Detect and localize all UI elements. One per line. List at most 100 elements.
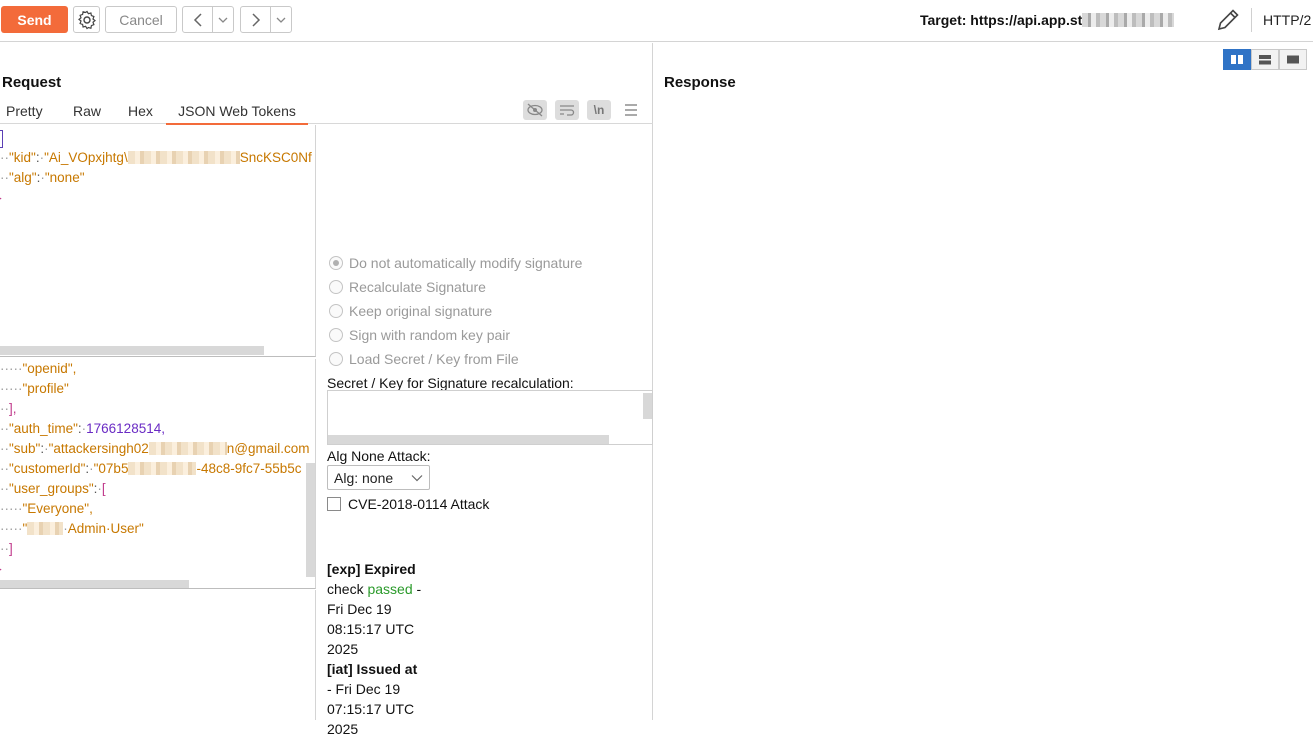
payload-horizontal-scrollbar[interactable] bbox=[0, 580, 189, 588]
code-line-user-groups: ··"user_groups":·[ bbox=[0, 481, 106, 496]
newline-toggle[interactable]: \n bbox=[587, 100, 611, 120]
secret-label: Secret / Key for Signature recalculation… bbox=[327, 375, 574, 391]
exp-title: [exp] Expired bbox=[327, 561, 416, 577]
layout-stacked-button[interactable] bbox=[1251, 49, 1279, 70]
tab-pretty[interactable]: Pretty bbox=[6, 103, 43, 119]
response-pane: Response bbox=[654, 43, 1313, 720]
secret-key-input[interactable] bbox=[327, 390, 653, 445]
forward-button[interactable] bbox=[241, 7, 271, 32]
exp-year: 2025 bbox=[327, 641, 359, 657]
secret-horizontal-scrollbar[interactable] bbox=[328, 435, 609, 444]
code-line-everyone: ·····"Everyone", bbox=[0, 501, 93, 516]
jwt-payload-editor[interactable]: ·····"openid", ·····"profile" ··], ··"au… bbox=[0, 359, 316, 589]
toolbar: Send Cancel Target: https://api.app.st H… bbox=[0, 0, 1313, 42]
menu-icon[interactable] bbox=[619, 100, 643, 120]
gear-icon bbox=[77, 10, 96, 30]
radio-do-not-modify[interactable]: Do not automatically modify signature bbox=[329, 255, 582, 271]
redacted-mask bbox=[148, 442, 227, 455]
iat-title: [iat] Issued at bbox=[327, 661, 418, 677]
redacted-mask bbox=[127, 151, 240, 164]
code-line-auth-time: ··"auth_time":·1766128514, bbox=[0, 421, 165, 436]
chevron-down-icon bbox=[218, 17, 228, 23]
radio-keep-original[interactable]: Keep original signature bbox=[329, 303, 492, 319]
wrap-icon[interactable] bbox=[555, 100, 579, 120]
exp-status: passed bbox=[367, 581, 413, 597]
radio-random-key[interactable]: Sign with random key pair bbox=[329, 327, 510, 343]
pencil-icon bbox=[1217, 9, 1239, 31]
http-version[interactable]: HTTP/2 bbox=[1263, 12, 1311, 28]
radio-load-secret[interactable]: Load Secret / Key from File bbox=[329, 351, 519, 367]
iat-date: - Fri Dec 19 bbox=[327, 681, 401, 697]
chevron-left-icon bbox=[193, 12, 202, 27]
toolbar-divider bbox=[1251, 8, 1252, 32]
chevron-right-icon bbox=[251, 12, 260, 27]
code-line-groups-close: ··] bbox=[0, 541, 13, 556]
back-button[interactable] bbox=[183, 7, 213, 32]
rows-icon bbox=[1259, 55, 1271, 65]
radio-button[interactable] bbox=[329, 280, 343, 294]
edit-target-button[interactable] bbox=[1213, 6, 1243, 34]
exp-time: 08:15:17 UTC bbox=[327, 621, 415, 637]
eye-slash-icon bbox=[527, 103, 543, 117]
target-host: Target: https://api.app.st bbox=[920, 12, 1175, 28]
header-horizontal-scrollbar[interactable] bbox=[0, 346, 264, 355]
columns-icon bbox=[1231, 55, 1243, 64]
editor-tools: \n bbox=[523, 98, 643, 122]
cancel-button[interactable]: Cancel bbox=[105, 6, 177, 33]
exp-date: Fri Dec 19 bbox=[327, 601, 392, 617]
settings-button[interactable] bbox=[73, 6, 100, 33]
radio-button[interactable] bbox=[329, 328, 343, 342]
back-history-dropdown[interactable] bbox=[213, 7, 233, 32]
redacted-mask bbox=[128, 462, 197, 475]
code-line-profile: ·····"profile" bbox=[0, 381, 69, 396]
chevron-down-icon bbox=[411, 474, 423, 481]
code-line-kid: ··"kid":·"Ai_VOpxjhtg\ SncKSC0Nf bbox=[0, 150, 312, 165]
code-line-object-close: } bbox=[0, 561, 2, 581]
code-line-admin-user: ·····" ·Admin·User" bbox=[0, 521, 144, 536]
signature-editor-area[interactable] bbox=[0, 590, 316, 720]
code-line-sub: ··"sub":·"attackersingh02 n@gmail.com bbox=[0, 441, 310, 456]
redacted-host-mask bbox=[1082, 13, 1175, 27]
hamburger-icon bbox=[625, 104, 637, 116]
tab-json-web-tokens[interactable]: JSON Web Tokens bbox=[166, 103, 308, 125]
cve-attack-row[interactable]: CVE-2018-0114 Attack bbox=[327, 496, 489, 512]
forward-nav bbox=[240, 6, 292, 33]
target-label: Target: https://api.app.st bbox=[920, 12, 1083, 28]
request-pane: Request Pretty Raw Hex JSON Web Tokens \… bbox=[0, 43, 653, 737]
cve-checkbox[interactable] bbox=[327, 497, 341, 511]
code-line-openid: ·····"openid", bbox=[0, 361, 77, 376]
radio-recalculate[interactable]: Recalculate Signature bbox=[329, 279, 486, 295]
request-tabs: Pretty Raw Hex JSON Web Tokens \n bbox=[0, 98, 653, 125]
brace-marker bbox=[0, 130, 3, 148]
tab-raw[interactable]: Raw bbox=[73, 103, 101, 119]
code-line-customer-id: ··"customerId":·"07b5 -48c8-9fc7-55b5c bbox=[0, 461, 302, 476]
text-wrap-icon bbox=[560, 105, 575, 116]
radio-button[interactable] bbox=[329, 352, 343, 366]
signature-panel: Do not automatically modify signature Re… bbox=[317, 125, 653, 737]
alg-none-label: Alg None Attack: bbox=[327, 448, 431, 464]
jwt-header-editor[interactable]: ··"kid":·"Ai_VOpxjhtg\ SncKSC0Nf ··"alg":… bbox=[0, 125, 316, 357]
payload-vertical-scrollbar[interactable] bbox=[306, 463, 315, 577]
chevron-down-icon bbox=[276, 17, 286, 23]
exp-check-line: check passed - bbox=[327, 581, 422, 597]
radio-button-selected[interactable] bbox=[329, 256, 343, 270]
secret-vertical-scrollbar[interactable] bbox=[643, 393, 652, 419]
tab-hex[interactable]: Hex bbox=[128, 103, 153, 119]
hide-icon[interactable] bbox=[523, 100, 547, 120]
code-line-alg: ··"alg":·"none" bbox=[0, 170, 85, 185]
code-line-array-close: ··], bbox=[0, 401, 17, 416]
radio-button[interactable] bbox=[329, 304, 343, 318]
response-title: Response bbox=[664, 74, 736, 91]
request-title: Request bbox=[2, 74, 62, 91]
single-pane-icon bbox=[1287, 55, 1299, 64]
redacted-mask bbox=[27, 522, 64, 535]
layout-side-by-side-button[interactable] bbox=[1223, 49, 1251, 70]
iat-year: 2025 bbox=[327, 721, 359, 737]
code-line-close: } bbox=[0, 190, 2, 210]
iat-time: 07:15:17 UTC bbox=[327, 701, 415, 717]
send-button[interactable]: Send bbox=[1, 6, 68, 33]
back-nav bbox=[182, 6, 234, 33]
forward-history-dropdown[interactable] bbox=[271, 7, 291, 32]
alg-select[interactable]: Alg: none bbox=[327, 465, 430, 490]
layout-single-button[interactable] bbox=[1279, 49, 1307, 70]
